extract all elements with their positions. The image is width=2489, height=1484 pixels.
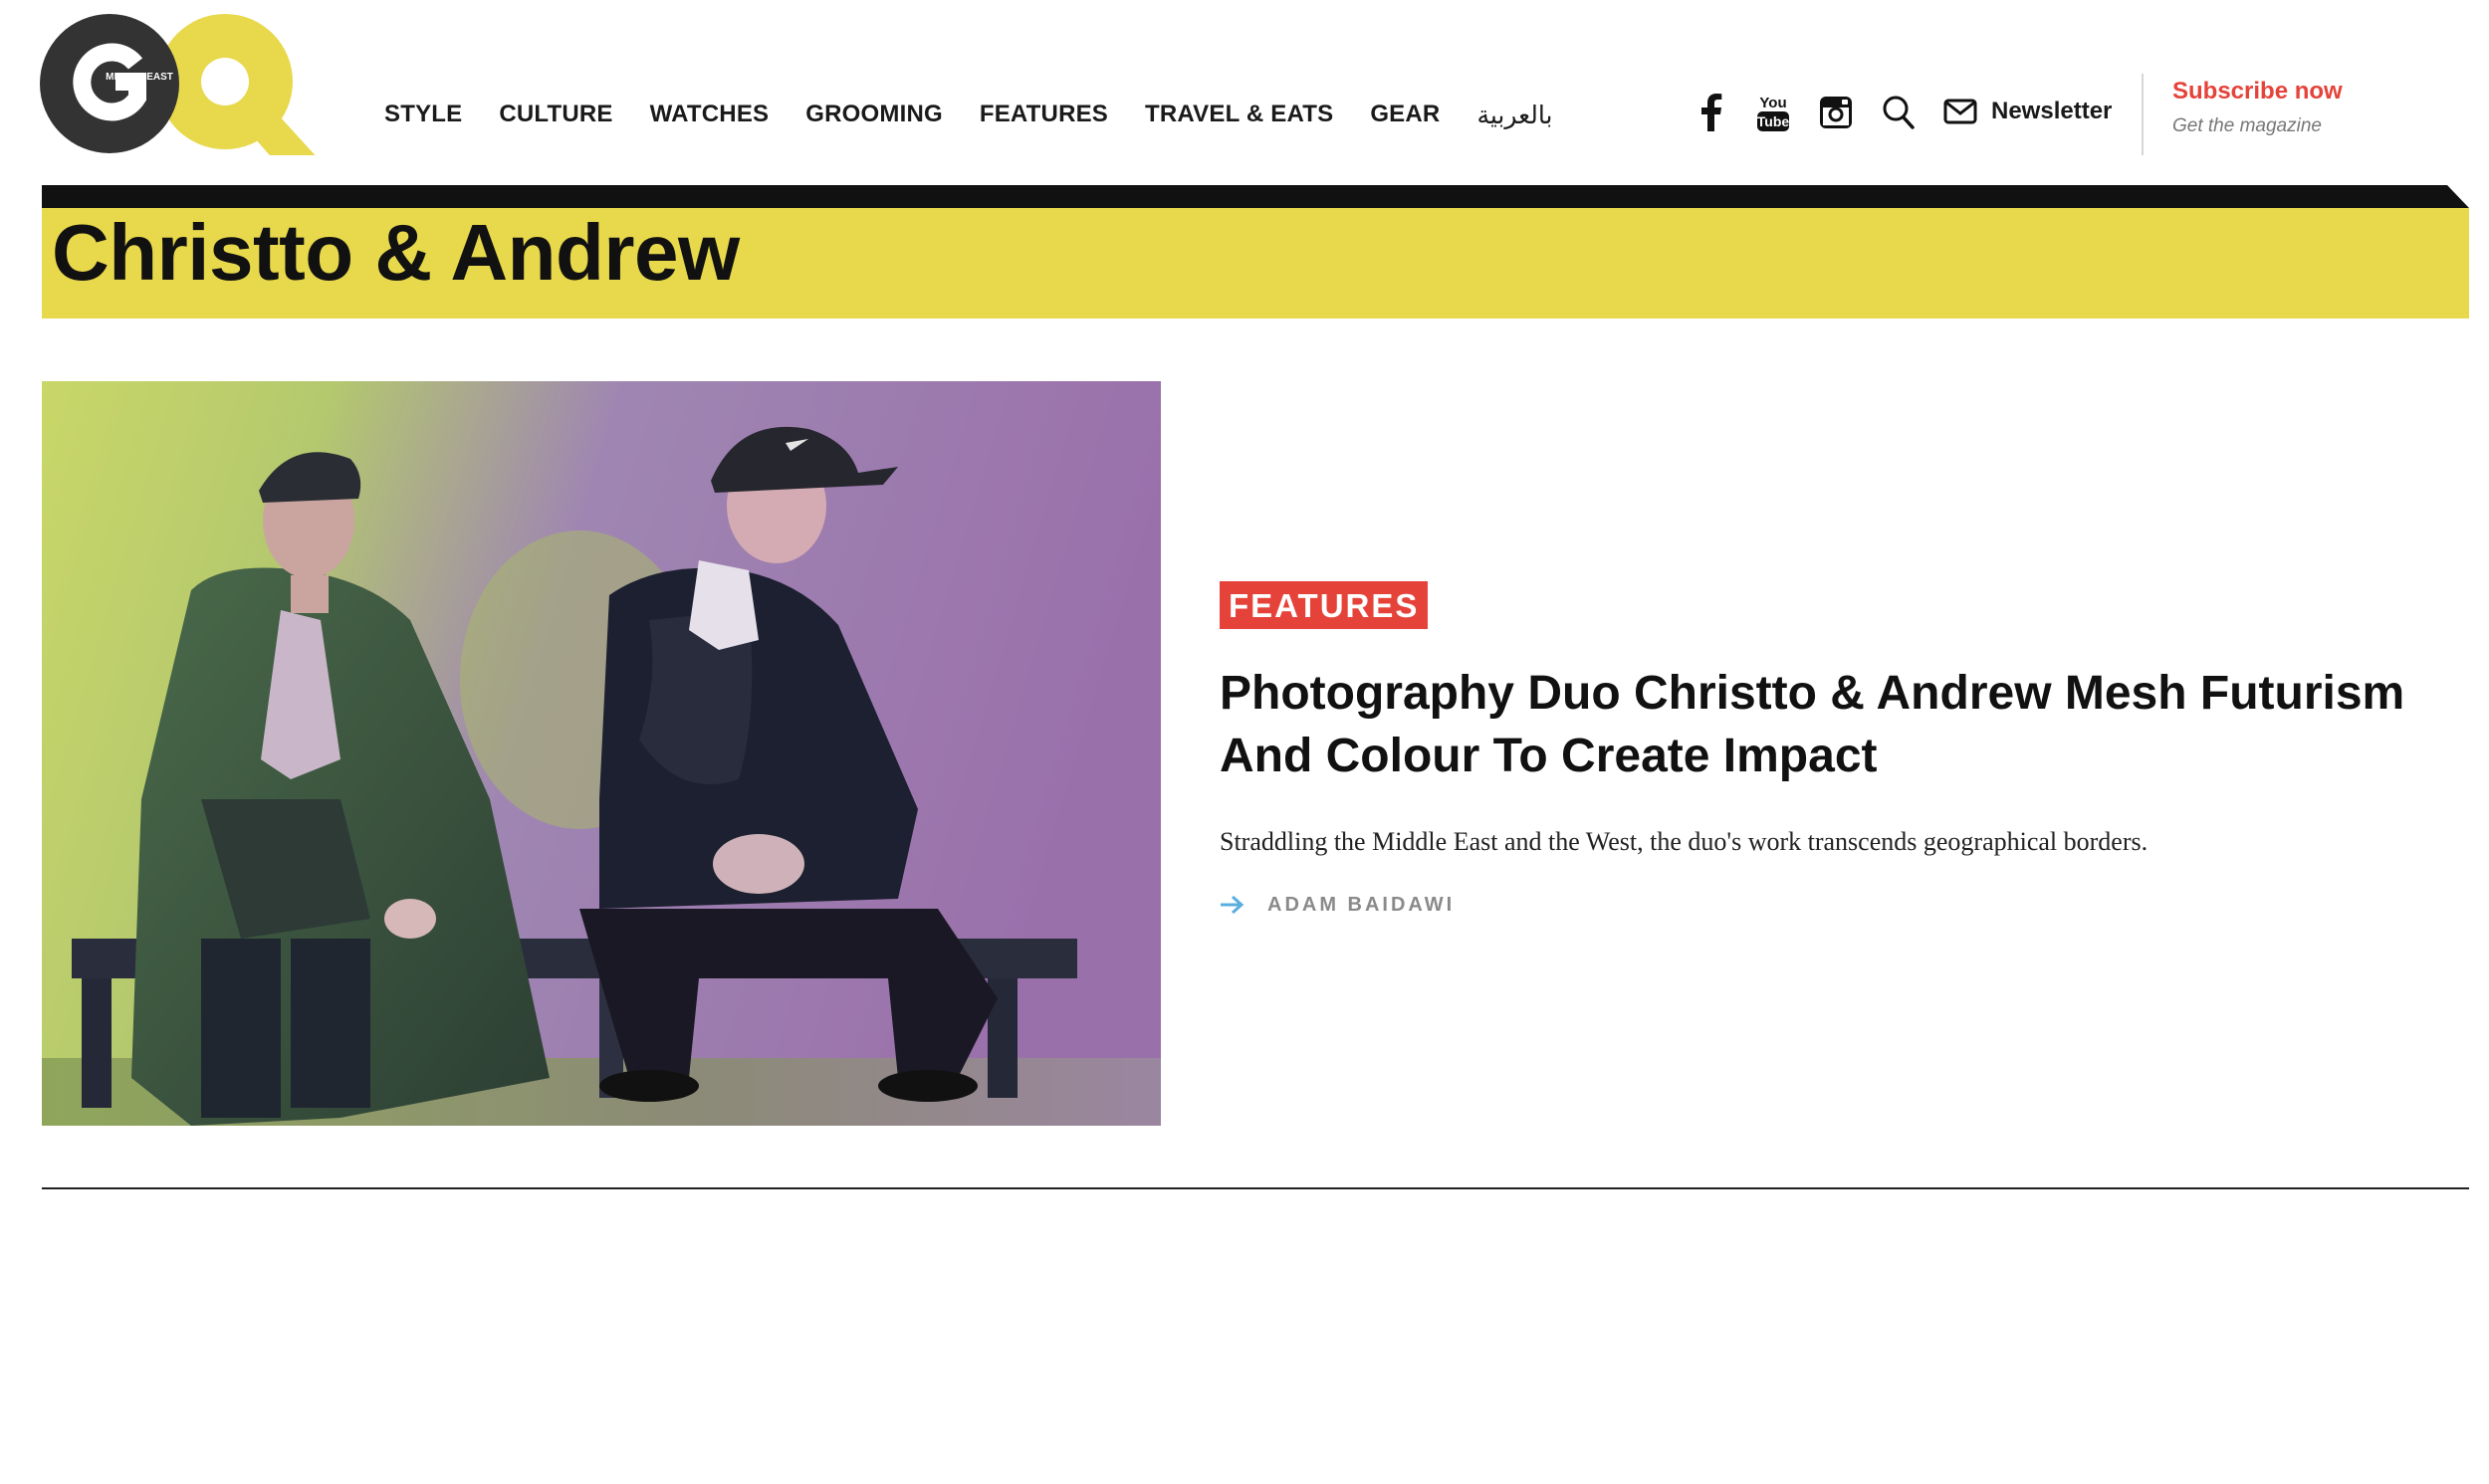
- instagram-icon[interactable]: [1814, 88, 1858, 137]
- svg-text:Tube: Tube: [1757, 113, 1790, 129]
- gq-logo[interactable]: MIDDLE EAST: [40, 12, 329, 155]
- page-title-band: Christto & Andrew: [42, 185, 2469, 318]
- author-name[interactable]: ADAM BAIDAWI: [1267, 894, 1455, 917]
- facebook-icon[interactable]: [1690, 88, 1733, 137]
- nav-item-travel-eats[interactable]: TRAVEL & EATS: [1145, 101, 1333, 128]
- nav-item-grooming[interactable]: GROOMING: [805, 101, 943, 128]
- nav-item-arabic[interactable]: بالعربية: [1476, 101, 1552, 129]
- subscribe-subtitle: Get the magazine: [2172, 115, 2322, 136]
- main-nav: STYLE CULTURE WATCHES GROOMING FEATURES …: [384, 98, 1552, 131]
- page-title: Christto & Andrew: [52, 208, 740, 297]
- nav-item-watches[interactable]: WATCHES: [650, 101, 770, 128]
- category-badge[interactable]: FEATURES: [1220, 581, 1429, 629]
- nav-item-gear[interactable]: GEAR: [1370, 101, 1440, 128]
- youtube-icon[interactable]: You Tube: [1751, 88, 1795, 137]
- mail-icon: [1943, 99, 1977, 124]
- category-label: FEATURES: [1229, 586, 1420, 624]
- nav-item-style[interactable]: STYLE: [384, 101, 462, 128]
- article-excerpt: Straddling the Middle East and the West,…: [1220, 827, 2149, 856]
- subscribe-title[interactable]: Subscribe now: [2172, 78, 2343, 106]
- article-image[interactable]: [42, 381, 1161, 1126]
- logo-edition: MIDDLE EAST: [106, 72, 173, 83]
- section-divider: [42, 1187, 2469, 1189]
- newsletter-label: Newsletter: [1991, 98, 2113, 124]
- title-band-black-strip: [42, 185, 2469, 208]
- svg-text:You: You: [1759, 95, 1786, 111]
- nav-item-culture[interactable]: CULTURE: [499, 101, 612, 128]
- nav-item-features[interactable]: FEATURES: [980, 101, 1108, 128]
- newsletter-link[interactable]: Newsletter: [1943, 92, 2112, 131]
- author-byline[interactable]: ADAM BAIDAWI: [1220, 889, 1455, 921]
- header-divider: [2142, 74, 2144, 155]
- article-headline[interactable]: Photography Duo Christto & Andrew Mesh F…: [1220, 662, 2464, 787]
- site-header: MIDDLE EAST STYLE CULTURE WATCHES GROOMI…: [0, 0, 2489, 185]
- subscribe-link[interactable]: Subscribe now Get the magazine: [2172, 78, 2343, 137]
- arrow-right-icon: [1221, 895, 1244, 915]
- search-icon[interactable]: [1877, 88, 1921, 137]
